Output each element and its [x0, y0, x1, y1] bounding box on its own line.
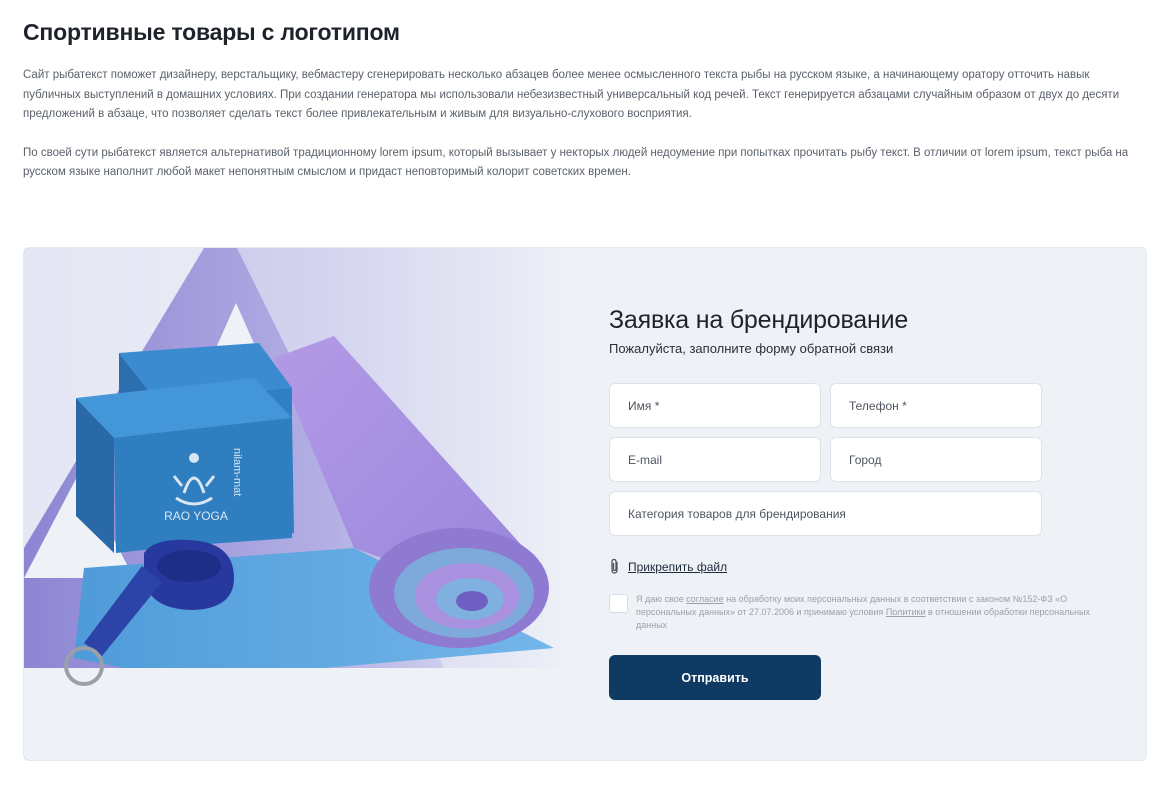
- submit-button[interactable]: Отправить: [609, 655, 821, 700]
- paperclip-icon: [611, 558, 618, 574]
- yoga-strap-coil: [157, 550, 221, 582]
- yoga-logo-icon: [189, 453, 199, 463]
- consent-checkbox[interactable]: [609, 594, 628, 613]
- city-field[interactable]: [830, 437, 1042, 482]
- brand-text: RAO YOGA: [164, 509, 228, 523]
- consent-text-part: Я даю свое: [636, 594, 687, 604]
- yoga-block-front: [114, 418, 294, 553]
- product-category-field[interactable]: [609, 491, 1042, 536]
- privacy-policy-link[interactable]: Политики: [886, 607, 926, 617]
- backdrop-floor: [24, 668, 584, 760]
- intro-paragraph-1: Сайт рыбатекст поможет дизайнеру, верста…: [23, 69, 1120, 120]
- consent-block: Я даю свое согласие на обработку моих пе…: [609, 593, 1109, 632]
- side-brand-text: nilam-mat: [231, 448, 243, 496]
- branding-form-header: Заявка на брендирование Пожалуйста, запо…: [609, 306, 1049, 356]
- form-subtitle: Пожалуйста, заполните форму обратной свя…: [609, 341, 894, 356]
- email-field[interactable]: [609, 437, 821, 482]
- yoga-mat-roll: [456, 591, 488, 611]
- attach-file-link[interactable]: Прикрепить файл: [609, 558, 727, 575]
- name-field[interactable]: [609, 383, 821, 428]
- consent-text: Я даю свое согласие на обработку моих пе…: [636, 593, 1091, 632]
- intro-paragraph-2: По своей сути рыбатекст является альтерн…: [23, 146, 1129, 179]
- consent-agreement-link[interactable]: согласие: [686, 594, 723, 604]
- page-title: Спортивные товары с логотипом: [23, 19, 400, 45]
- phone-field[interactable]: [830, 383, 1042, 428]
- form-title: Заявка на брендирование: [609, 306, 909, 334]
- yoga-products-image: RAO YOGA nilam-mat: [24, 248, 584, 760]
- attach-file-label: Прикрепить файл: [628, 559, 728, 574]
- intro-text: Сайт рыбатекст поможет дизайнеру, верста…: [23, 66, 1145, 183]
- branding-request-card: RAO YOGA nilam-mat Заявка на брендирован…: [23, 247, 1147, 761]
